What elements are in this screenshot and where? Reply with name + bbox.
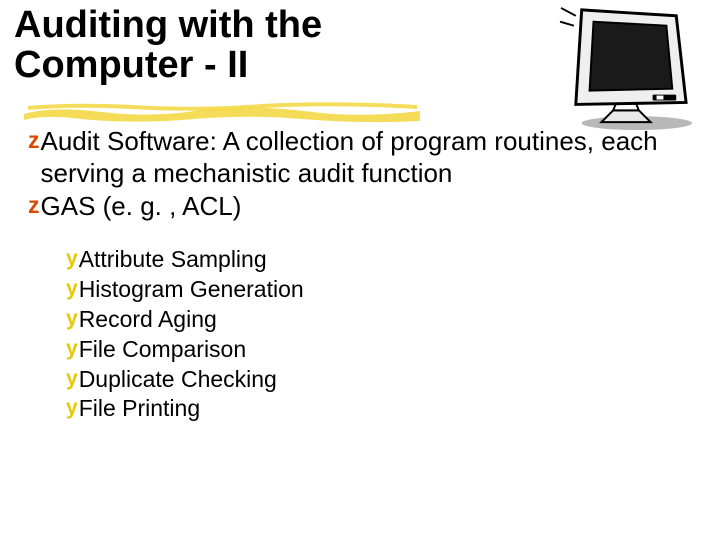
slide: Auditing with the Computer - II z Audit … — [0, 0, 720, 540]
slide-title-line2: Computer - II — [14, 44, 248, 86]
main-bullet-text: Audit Software: A collection of program … — [41, 126, 707, 189]
y-bullet-icon: y — [66, 394, 78, 421]
sub-bullet-list: y Attribute Sampling y Histogram Generat… — [14, 245, 706, 424]
sub-bullet-5: y File Printing — [66, 394, 706, 424]
slide-body: z Audit Software: A collection of progra… — [14, 126, 706, 425]
main-bullet-1: z GAS (e. g. , ACL) — [28, 191, 706, 223]
sub-bullet-text: Duplicate Checking — [79, 365, 277, 395]
sub-bullet-1: y Histogram Generation — [66, 275, 706, 305]
y-bullet-icon: y — [66, 305, 78, 332]
sub-bullet-text: Histogram Generation — [79, 275, 304, 305]
z-bullet-icon: z — [28, 126, 40, 155]
sub-bullet-3: y File Comparison — [66, 335, 706, 365]
slide-title-line1: Auditing with the — [14, 4, 322, 46]
y-bullet-icon: y — [66, 275, 78, 302]
sub-bullet-2: y Record Aging — [66, 305, 706, 335]
z-bullet-icon: z — [28, 191, 40, 220]
sub-bullet-text: File Comparison — [79, 335, 246, 365]
slide-title: Auditing with the Computer - II — [14, 6, 706, 86]
main-bullet-text: GAS (e. g. , ACL) — [41, 191, 242, 223]
sub-bullet-0: y Attribute Sampling — [66, 245, 706, 275]
title-highlight — [22, 102, 422, 124]
sub-bullet-text: File Printing — [79, 394, 200, 424]
sub-bullet-text: Record Aging — [79, 305, 217, 335]
y-bullet-icon: y — [66, 245, 78, 272]
y-bullet-icon: y — [66, 365, 78, 392]
main-bullet-0: z Audit Software: A collection of progra… — [28, 126, 706, 189]
sub-bullet-4: y Duplicate Checking — [66, 365, 706, 395]
sub-bullet-text: Attribute Sampling — [79, 245, 267, 275]
y-bullet-icon: y — [66, 335, 78, 362]
